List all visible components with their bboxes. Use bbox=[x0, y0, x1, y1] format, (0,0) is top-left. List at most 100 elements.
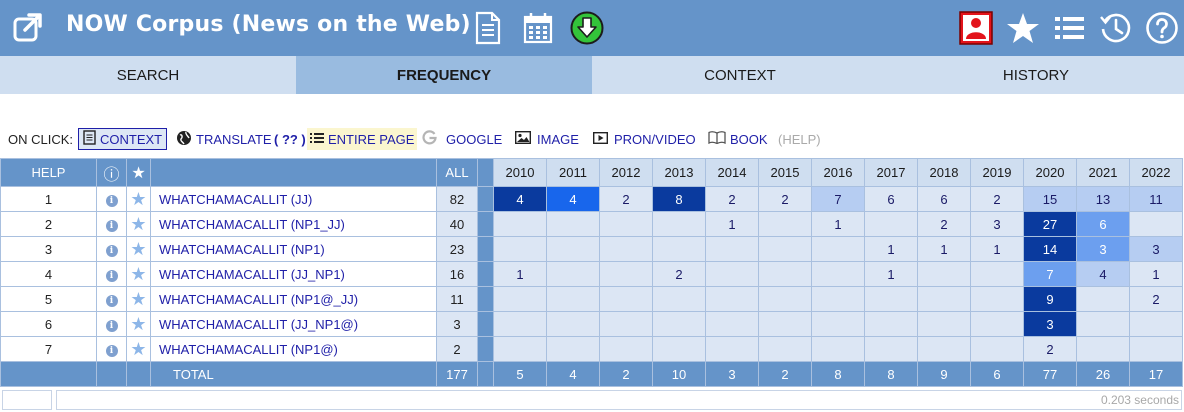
year-header[interactable]: 2018 bbox=[917, 158, 971, 187]
on-click-help-link[interactable]: (HELP) bbox=[778, 128, 821, 150]
translate-language-link[interactable]: ( ?? ) bbox=[274, 128, 306, 150]
year-count-cell[interactable]: 1 bbox=[970, 236, 1024, 262]
image-option[interactable]: IMAGE bbox=[514, 128, 579, 150]
star-cell[interactable]: ★ bbox=[126, 286, 151, 312]
star-icon[interactable]: ★ bbox=[130, 239, 146, 259]
year-count-cell[interactable]: 2 bbox=[1129, 286, 1183, 312]
info-icon[interactable]: i bbox=[105, 195, 118, 207]
year-count-cell[interactable]: 2 bbox=[599, 186, 653, 212]
info-cell[interactable]: i bbox=[96, 211, 127, 237]
star-icon[interactable]: ★ bbox=[130, 264, 146, 284]
year-count-cell[interactable]: 11 bbox=[1129, 186, 1183, 212]
tab-frequency[interactable]: FREQUENCY bbox=[296, 56, 592, 94]
year-header[interactable]: 2019 bbox=[970, 158, 1024, 187]
year-count-cell[interactable]: 1 bbox=[917, 236, 971, 262]
star-cell[interactable]: ★ bbox=[126, 211, 151, 237]
star-icon[interactable]: ★ bbox=[130, 314, 146, 334]
year-header[interactable]: 2013 bbox=[652, 158, 706, 187]
context-option[interactable]: CONTEXT bbox=[78, 128, 168, 150]
word-link[interactable]: WHATCHAMACALLIT (JJ) bbox=[150, 186, 437, 212]
year-count-cell[interactable]: 7 bbox=[1023, 261, 1077, 287]
year-header[interactable]: 2020 bbox=[1023, 158, 1077, 187]
year-count-cell[interactable]: 3 bbox=[1023, 311, 1077, 337]
year-header[interactable]: 2010 bbox=[493, 158, 547, 187]
translate-option[interactable]: TRANSLATE bbox=[176, 128, 272, 150]
year-count-cell[interactable]: 8 bbox=[652, 186, 706, 212]
year-count-cell[interactable]: 1 bbox=[864, 236, 918, 262]
year-count-cell[interactable]: 4 bbox=[493, 186, 547, 212]
year-count-cell[interactable]: 1 bbox=[1129, 261, 1183, 287]
user-icon[interactable] bbox=[959, 11, 993, 45]
info-cell[interactable]: i bbox=[96, 336, 127, 362]
info-icon[interactable]: i bbox=[105, 270, 118, 282]
info-icon[interactable]: i bbox=[105, 245, 118, 257]
info-icon[interactable]: i bbox=[105, 220, 118, 232]
year-count-cell[interactable]: 27 bbox=[1023, 211, 1077, 237]
word-link[interactable]: WHATCHAMACALLIT (NP1_JJ) bbox=[150, 211, 437, 237]
star-icon[interactable]: ★ bbox=[130, 339, 146, 359]
book-option[interactable]: BOOK bbox=[708, 128, 768, 150]
year-count-cell[interactable]: 6 bbox=[864, 186, 918, 212]
star-icon[interactable]: ★ bbox=[130, 214, 146, 234]
year-count-cell[interactable]: 1 bbox=[864, 261, 918, 287]
info-icon[interactable]: i bbox=[105, 320, 118, 332]
year-count-cell[interactable]: 6 bbox=[917, 186, 971, 212]
word-link[interactable]: WHATCHAMACALLIT (NP1@) bbox=[150, 336, 437, 362]
help-column-header[interactable]: HELP bbox=[0, 158, 97, 187]
info-icon[interactable]: i bbox=[105, 295, 118, 307]
star-cell[interactable]: ★ bbox=[126, 336, 151, 362]
year-count-cell[interactable]: 3 bbox=[1129, 236, 1183, 262]
tab-context[interactable]: CONTEXT bbox=[592, 56, 888, 94]
year-header[interactable]: 2017 bbox=[864, 158, 918, 187]
year-header[interactable]: 2021 bbox=[1076, 158, 1130, 187]
word-link[interactable]: WHATCHAMACALLIT (NP1) bbox=[150, 236, 437, 262]
star-cell[interactable]: ★ bbox=[126, 261, 151, 287]
info-cell[interactable]: i bbox=[96, 236, 127, 262]
list-icon[interactable] bbox=[1054, 11, 1086, 45]
year-count-cell[interactable]: 13 bbox=[1076, 186, 1130, 212]
year-count-cell[interactable]: 15 bbox=[1023, 186, 1077, 212]
external-link-icon[interactable] bbox=[12, 11, 44, 43]
year-count-cell[interactable]: 2 bbox=[917, 211, 971, 237]
star-cell[interactable]: ★ bbox=[126, 236, 151, 262]
year-count-cell[interactable]: 4 bbox=[546, 186, 600, 212]
year-count-cell[interactable]: 1 bbox=[493, 261, 547, 287]
year-header[interactable]: 2011 bbox=[546, 158, 600, 187]
info-cell[interactable]: i bbox=[96, 261, 127, 287]
star-icon[interactable]: ★ bbox=[130, 289, 146, 309]
info-cell[interactable]: i bbox=[96, 311, 127, 337]
year-count-cell[interactable]: 14 bbox=[1023, 236, 1077, 262]
word-link[interactable]: WHATCHAMACALLIT (JJ_NP1) bbox=[150, 261, 437, 287]
star-cell[interactable]: ★ bbox=[126, 186, 151, 212]
pron-video-option[interactable]: PRON/VIDEO bbox=[592, 128, 696, 150]
info-cell[interactable]: i bbox=[96, 186, 127, 212]
star-icon[interactable]: ★ bbox=[130, 189, 146, 209]
year-header[interactable]: 2022 bbox=[1129, 158, 1183, 187]
year-count-cell[interactable]: 3 bbox=[1076, 236, 1130, 262]
year-count-cell[interactable]: 4 bbox=[1076, 261, 1130, 287]
info-cell[interactable]: i bbox=[96, 286, 127, 312]
year-count-cell[interactable]: 7 bbox=[811, 186, 865, 212]
year-header[interactable]: 2016 bbox=[811, 158, 865, 187]
google-option[interactable]: GOOGLE bbox=[422, 128, 502, 150]
download-icon[interactable] bbox=[570, 11, 604, 45]
year-count-cell[interactable]: 2 bbox=[758, 186, 812, 212]
year-count-cell[interactable]: 9 bbox=[1023, 286, 1077, 312]
year-count-cell[interactable]: 2 bbox=[1023, 336, 1077, 362]
year-count-cell[interactable]: 2 bbox=[652, 261, 706, 287]
year-header[interactable]: 2014 bbox=[705, 158, 759, 187]
year-header[interactable]: 2015 bbox=[758, 158, 812, 187]
star-cell[interactable]: ★ bbox=[126, 311, 151, 337]
year-count-cell[interactable]: 1 bbox=[811, 211, 865, 237]
word-link[interactable]: WHATCHAMACALLIT (NP1@_JJ) bbox=[150, 286, 437, 312]
year-count-cell[interactable]: 6 bbox=[1076, 211, 1130, 237]
document-icon[interactable] bbox=[474, 11, 506, 45]
help-icon[interactable] bbox=[1145, 11, 1178, 45]
entire-page-option[interactable]: ENTIRE PAGE bbox=[307, 128, 418, 150]
year-count-cell[interactable]: 2 bbox=[970, 186, 1024, 212]
info-icon[interactable]: i bbox=[105, 345, 118, 357]
year-count-cell[interactable]: 2 bbox=[705, 186, 759, 212]
history-icon[interactable] bbox=[1099, 11, 1131, 45]
word-link[interactable]: WHATCHAMACALLIT (JJ_NP1@) bbox=[150, 311, 437, 337]
year-header[interactable]: 2012 bbox=[599, 158, 653, 187]
